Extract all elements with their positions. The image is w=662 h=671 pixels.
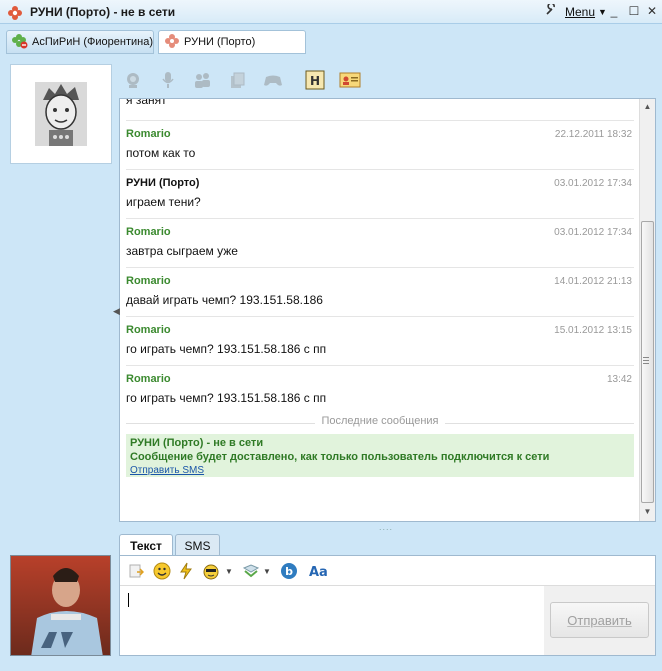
chevron-down-icon[interactable]: ▼ <box>225 561 233 581</box>
svg-text:Aa: Aa <box>309 565 328 580</box>
bold-b-icon[interactable]: b <box>280 561 298 581</box>
tab-text[interactable]: Текст <box>119 534 173 556</box>
message-timestamp: 14.01.2012 21:13 <box>554 276 632 287</box>
message-text: играем тени? <box>126 195 201 209</box>
send-button-label: Отправить <box>567 612 632 628</box>
message-author: Romario <box>126 275 171 287</box>
recent-messages-separator: Последние сообщения <box>126 415 634 431</box>
thumb-grip <box>643 360 649 361</box>
menu-button[interactable]: Menu ▼ <box>545 2 607 19</box>
message-timestamp: 13:42 <box>606 374 632 385</box>
message-text: го играть чемп? 193.151.58.186 с пп <box>126 391 327 405</box>
tab-sms[interactable]: SMS <box>175 534 220 556</box>
chat-scrollbar[interactable]: ▲ ▼ <box>639 99 655 521</box>
message-author: Romario <box>126 226 171 238</box>
message-item: РУНИ (Порто) 03.01.2012 17:34 играем тен… <box>126 170 634 219</box>
message-timestamp: 22.12.2011 18:32 <box>554 129 632 140</box>
flower-app-icon <box>7 5 23 24</box>
lightning-icon[interactable] <box>178 561 194 581</box>
contact-avatar[interactable] <box>10 64 112 164</box>
stickers-icon[interactable] <box>202 561 220 581</box>
contacts-icon[interactable] <box>192 69 214 91</box>
files-icon[interactable] <box>227 69 249 91</box>
message-text: давай играть чемп? 193.151.58.186 <box>126 293 323 307</box>
cartoon-avatar-image <box>35 82 87 149</box>
gift-icon[interactable] <box>241 561 261 581</box>
message-composer: ▼ ▼ b Aa Отправить <box>119 555 656 656</box>
thumb-grip <box>643 357 649 358</box>
title-bar: РУНИ (Порто) - не в сети Menu ▼ _ ☐ ✕ <box>0 0 662 24</box>
collapse-sidebar-icon[interactable]: ◀ <box>113 306 120 317</box>
offline-status-icon <box>12 33 28 52</box>
tab-label: АсПиРиН (Фиорентина) <box>32 36 154 48</box>
message-timestamp: 15.01.2012 13:15 <box>554 325 632 336</box>
font-icon[interactable]: Aa <box>308 561 328 581</box>
contact-tabs: АсПиРиН (Фиорентина) РУНИ (Порто) <box>0 25 662 59</box>
message-timestamp: 03.01.2012 17:34 <box>554 178 632 189</box>
message-input[interactable] <box>120 586 544 655</box>
message-text: го играть чемп? 193.151.58.186 с пп <box>126 342 327 356</box>
scroll-down-icon[interactable]: ▼ <box>640 504 655 520</box>
tab-contact-1[interactable]: АсПиРиН (Фиорентина) <box>6 30 154 54</box>
game-icon[interactable] <box>262 69 284 91</box>
message-author: Romario <box>126 373 171 385</box>
minimize-button[interactable]: _ <box>606 3 622 19</box>
text-cursor <box>128 593 129 607</box>
message-text: потом как то <box>126 146 196 160</box>
own-avatar-photo[interactable] <box>10 555 111 656</box>
separator-label: Последние сообщения <box>315 415 445 427</box>
splitter-handle[interactable]: .... <box>379 522 393 532</box>
message-text: я занят <box>126 99 167 107</box>
flower-status-icon <box>164 33 180 52</box>
tab-label: РУНИ (Порто) <box>184 36 256 48</box>
message-text: завтра сыграем уже <box>126 244 238 258</box>
svg-text:b: b <box>285 565 293 578</box>
send-file-icon[interactable] <box>128 561 144 581</box>
contact-card-icon[interactable] <box>339 69 361 91</box>
smiley-icon[interactable] <box>153 561 171 581</box>
offline-notice: РУНИ (Порто) - не в сети Сообщение будет… <box>126 434 634 477</box>
send-button[interactable]: Отправить <box>550 602 649 638</box>
thumb-grip <box>643 363 649 364</box>
message-item: Romario 15.01.2012 13:15 го играть чемп?… <box>126 317 634 366</box>
window-title: РУНИ (Порто) - не в сети <box>30 5 176 19</box>
webcam-icon[interactable] <box>122 69 144 91</box>
message-item: Romario 03.01.2012 17:34 завтра сыграем … <box>126 219 634 268</box>
send-area: Отправить <box>544 586 655 655</box>
message-item: Romario 22.12.2011 18:32 потом как то <box>126 121 634 170</box>
scroll-up-icon[interactable]: ▲ <box>640 99 655 115</box>
history-icon[interactable]: H <box>304 69 326 91</box>
scroll-thumb[interactable] <box>641 221 654 503</box>
message-list: я занят Romario 22.12.2011 18:32 потом к… <box>120 99 640 521</box>
message-item: я занят <box>126 99 634 121</box>
menu-label: Menu <box>565 4 596 19</box>
tab-contact-2[interactable]: РУНИ (Порто) <box>158 30 306 54</box>
chevron-down-icon[interactable]: ▼ <box>263 561 271 581</box>
composer-toolbar: ▼ ▼ b Aa <box>120 556 655 586</box>
delivery-notice-text: Сообщение будет доставлено, как только п… <box>130 451 550 463</box>
message-timestamp: 03.01.2012 17:34 <box>554 227 632 238</box>
message-author: Romario <box>126 324 171 336</box>
contact-toolbar: H <box>120 64 656 94</box>
chat-history[interactable]: я занят Romario 22.12.2011 18:32 потом к… <box>119 98 656 522</box>
send-sms-link[interactable]: Отправить SMS <box>130 465 204 476</box>
microphone-icon[interactable] <box>157 69 179 91</box>
message-item: Romario 13:42 го играть чемп? 193.151.58… <box>126 366 634 415</box>
message-item: Romario 14.01.2012 21:13 давай играть че… <box>126 268 634 317</box>
maximize-button[interactable]: ☐ <box>626 3 642 19</box>
svg-text:H: H <box>310 74 320 88</box>
message-author: РУНИ (Порто) <box>126 177 200 189</box>
offline-status-text: РУНИ (Порто) - не в сети <box>130 437 264 449</box>
close-button[interactable]: ✕ <box>644 3 660 19</box>
message-author: Romario <box>126 128 171 140</box>
wrench-icon <box>545 2 557 19</box>
